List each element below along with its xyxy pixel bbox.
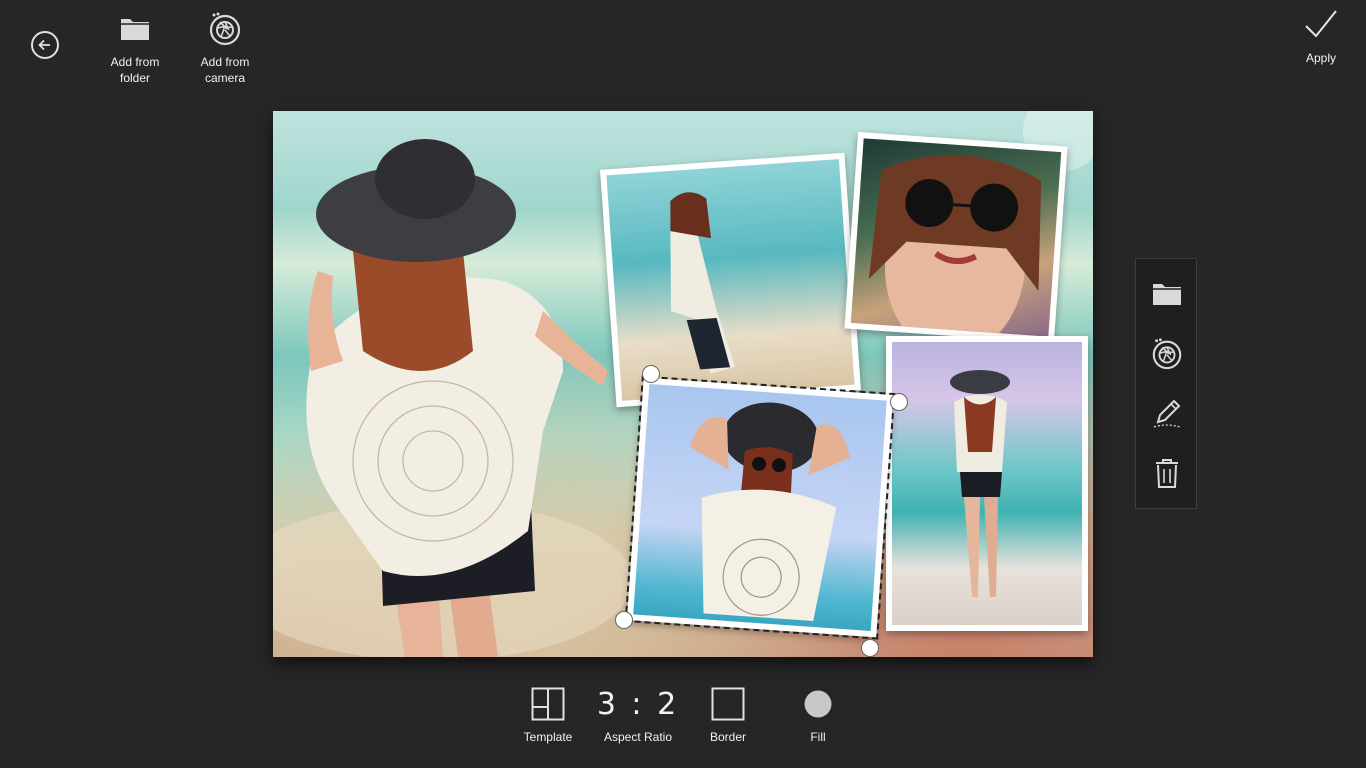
aspect-ratio-label: Aspect Ratio xyxy=(603,730,673,744)
fill-button[interactable]: Fill xyxy=(773,684,863,744)
aspect-ratio-button[interactable]: 3 : 2 Aspect Ratio xyxy=(593,684,683,745)
photo-4-figure xyxy=(950,370,1010,597)
add-from-camera-button[interactable]: Add from camera xyxy=(180,8,270,86)
folder-icon xyxy=(121,19,149,40)
back-button[interactable] xyxy=(31,31,59,59)
fill-label: Fill xyxy=(810,730,826,744)
pencil-edit-icon xyxy=(1153,399,1181,428)
collage-photo-3-selected[interactable] xyxy=(624,375,896,640)
replace-from-folder-button[interactable] xyxy=(1149,275,1185,311)
collage-photo-4[interactable] xyxy=(886,336,1088,631)
trash-icon xyxy=(1156,459,1178,488)
add-from-folder-label: Add from folder xyxy=(110,55,160,85)
border-label: Border xyxy=(709,730,747,744)
collage-photo-2[interactable] xyxy=(844,131,1068,344)
photo-3-figure xyxy=(690,402,850,621)
template-layout-icon xyxy=(531,687,565,721)
folder-icon xyxy=(1153,284,1181,305)
camera-aperture-icon xyxy=(1152,338,1182,370)
photo-actions-panel xyxy=(1135,258,1197,509)
photo-2-figure xyxy=(868,154,1042,337)
photo-1-figure xyxy=(670,192,736,374)
edit-photo-button[interactable] xyxy=(1149,395,1185,431)
collage-photo-1[interactable] xyxy=(599,152,862,408)
apply-label: Apply xyxy=(1305,51,1337,65)
aspect-ratio-value: 3 : 2 xyxy=(596,686,680,722)
camera-aperture-icon xyxy=(209,12,241,46)
fill-circle-icon xyxy=(804,690,832,718)
collage-canvas[interactable] xyxy=(273,111,1093,657)
resize-handle-top-right[interactable] xyxy=(890,393,908,411)
back-arrow-icon xyxy=(38,39,50,51)
resize-handle-bottom-left[interactable] xyxy=(615,611,633,629)
replace-from-camera-button[interactable] xyxy=(1149,335,1185,371)
template-button[interactable]: Template xyxy=(503,684,593,744)
add-from-folder-button[interactable]: Add from folder xyxy=(90,8,180,86)
border-button[interactable]: Border xyxy=(683,684,773,744)
resize-handle-bottom-right[interactable] xyxy=(861,639,879,657)
template-label: Template xyxy=(523,730,573,744)
apply-button[interactable]: Apply xyxy=(1291,8,1351,65)
delete-photo-button[interactable] xyxy=(1149,455,1185,491)
resize-handle-top-left[interactable] xyxy=(642,365,660,383)
checkmark-icon xyxy=(1305,10,1337,38)
border-square-icon xyxy=(711,687,745,721)
add-from-camera-label: Add from camera xyxy=(200,55,250,85)
